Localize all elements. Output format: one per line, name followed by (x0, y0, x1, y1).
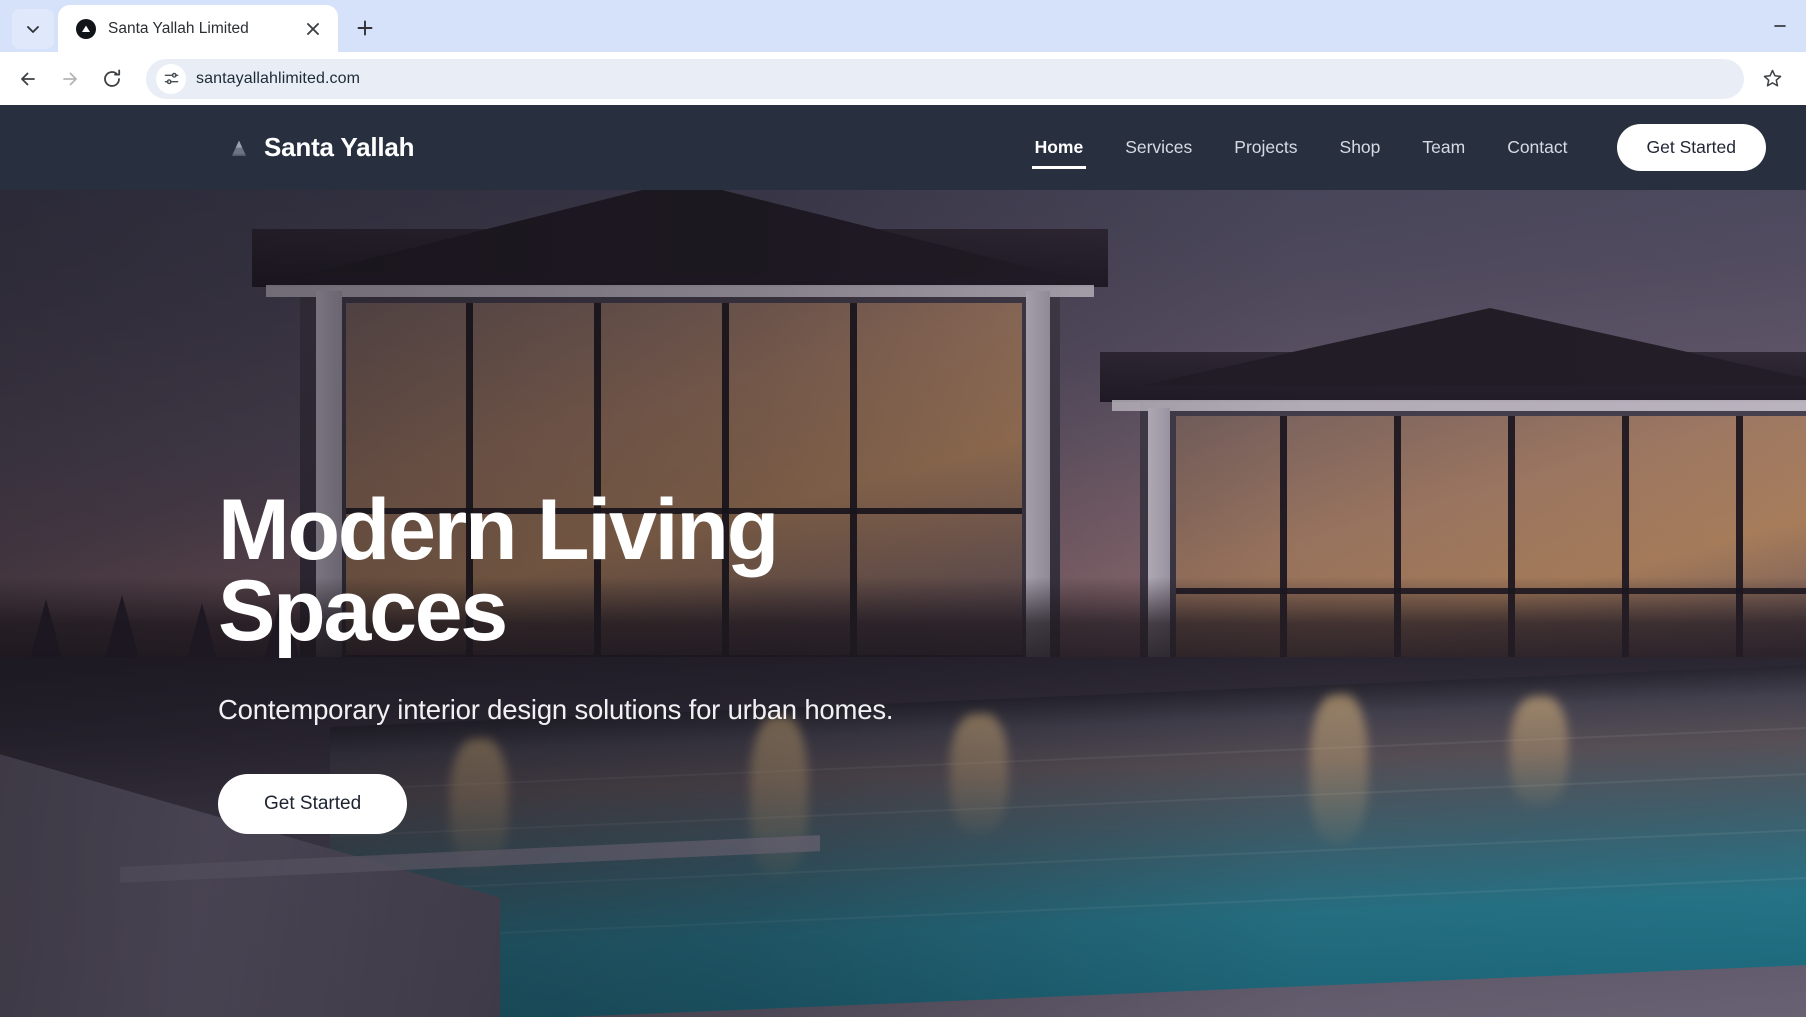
address-bar[interactable]: santayallahlimited.com (146, 58, 1744, 99)
nav-item-services[interactable]: Services (1104, 123, 1213, 173)
hero-get-started-button[interactable]: Get Started (218, 773, 408, 834)
browser-toolbar: santayallahlimited.com (0, 52, 1806, 105)
minimize-icon (1774, 25, 1786, 27)
nav-item-shop[interactable]: Shop (1319, 123, 1402, 173)
minimize-button[interactable] (1754, 0, 1806, 52)
header-get-started-button[interactable]: Get Started (1616, 124, 1766, 171)
hero-subtitle: Contemporary interior design solutions f… (218, 693, 894, 725)
plus-icon (357, 20, 373, 36)
bookmark-button[interactable] (1752, 59, 1792, 99)
tab-search-button[interactable] (12, 9, 54, 49)
browser-tab[interactable]: Santa Yallah Limited (58, 5, 338, 52)
tab-title: Santa Yallah Limited (108, 19, 249, 37)
tab-strip: Santa Yallah Limited (0, 0, 1806, 52)
nav-item-contact[interactable]: Contact (1486, 123, 1588, 173)
close-icon[interactable] (300, 16, 326, 42)
hero-section: Modern Living Spaces Contemporary interio… (0, 190, 1806, 1017)
reload-button[interactable] (92, 59, 132, 99)
nav-item-home[interactable]: Home (1014, 123, 1105, 173)
nav-item-team[interactable]: Team (1401, 123, 1486, 173)
nav-item-projects[interactable]: Projects (1213, 123, 1318, 173)
url-text: santayallahlimited.com (196, 69, 361, 87)
star-icon (1763, 69, 1781, 87)
window-controls (1754, 0, 1806, 52)
site-settings-icon[interactable] (156, 63, 186, 94)
reload-icon (104, 69, 121, 87)
triangle-in-circle-icon (76, 18, 96, 39)
main-navigation: Home Services Projects Shop Team Contact… (1014, 123, 1806, 173)
forward-button[interactable] (50, 59, 90, 99)
page-viewport: Modern Living Spaces Contemporary interio… (0, 105, 1806, 1017)
new-tab-button[interactable] (346, 9, 384, 47)
brand-name: Santa Yallah (264, 132, 415, 162)
hero-content: Modern Living Spaces Contemporary interio… (218, 487, 1218, 834)
back-button[interactable] (8, 59, 48, 99)
brand-logo[interactable]: Santa Yallah (228, 132, 415, 163)
chevron-down-icon (27, 26, 39, 33)
hero-title: Modern Living Spaces (218, 487, 898, 654)
mountain-logo-icon (232, 140, 246, 156)
hero-title-line2: Spaces (218, 562, 508, 659)
browser-window: Santa Yallah Limited santayallahlimited.… (0, 0, 1806, 1017)
site-header: Santa Yallah Home Services Projects Shop… (0, 105, 1806, 190)
forward-arrow-icon (63, 72, 77, 85)
back-arrow-icon (21, 72, 35, 85)
